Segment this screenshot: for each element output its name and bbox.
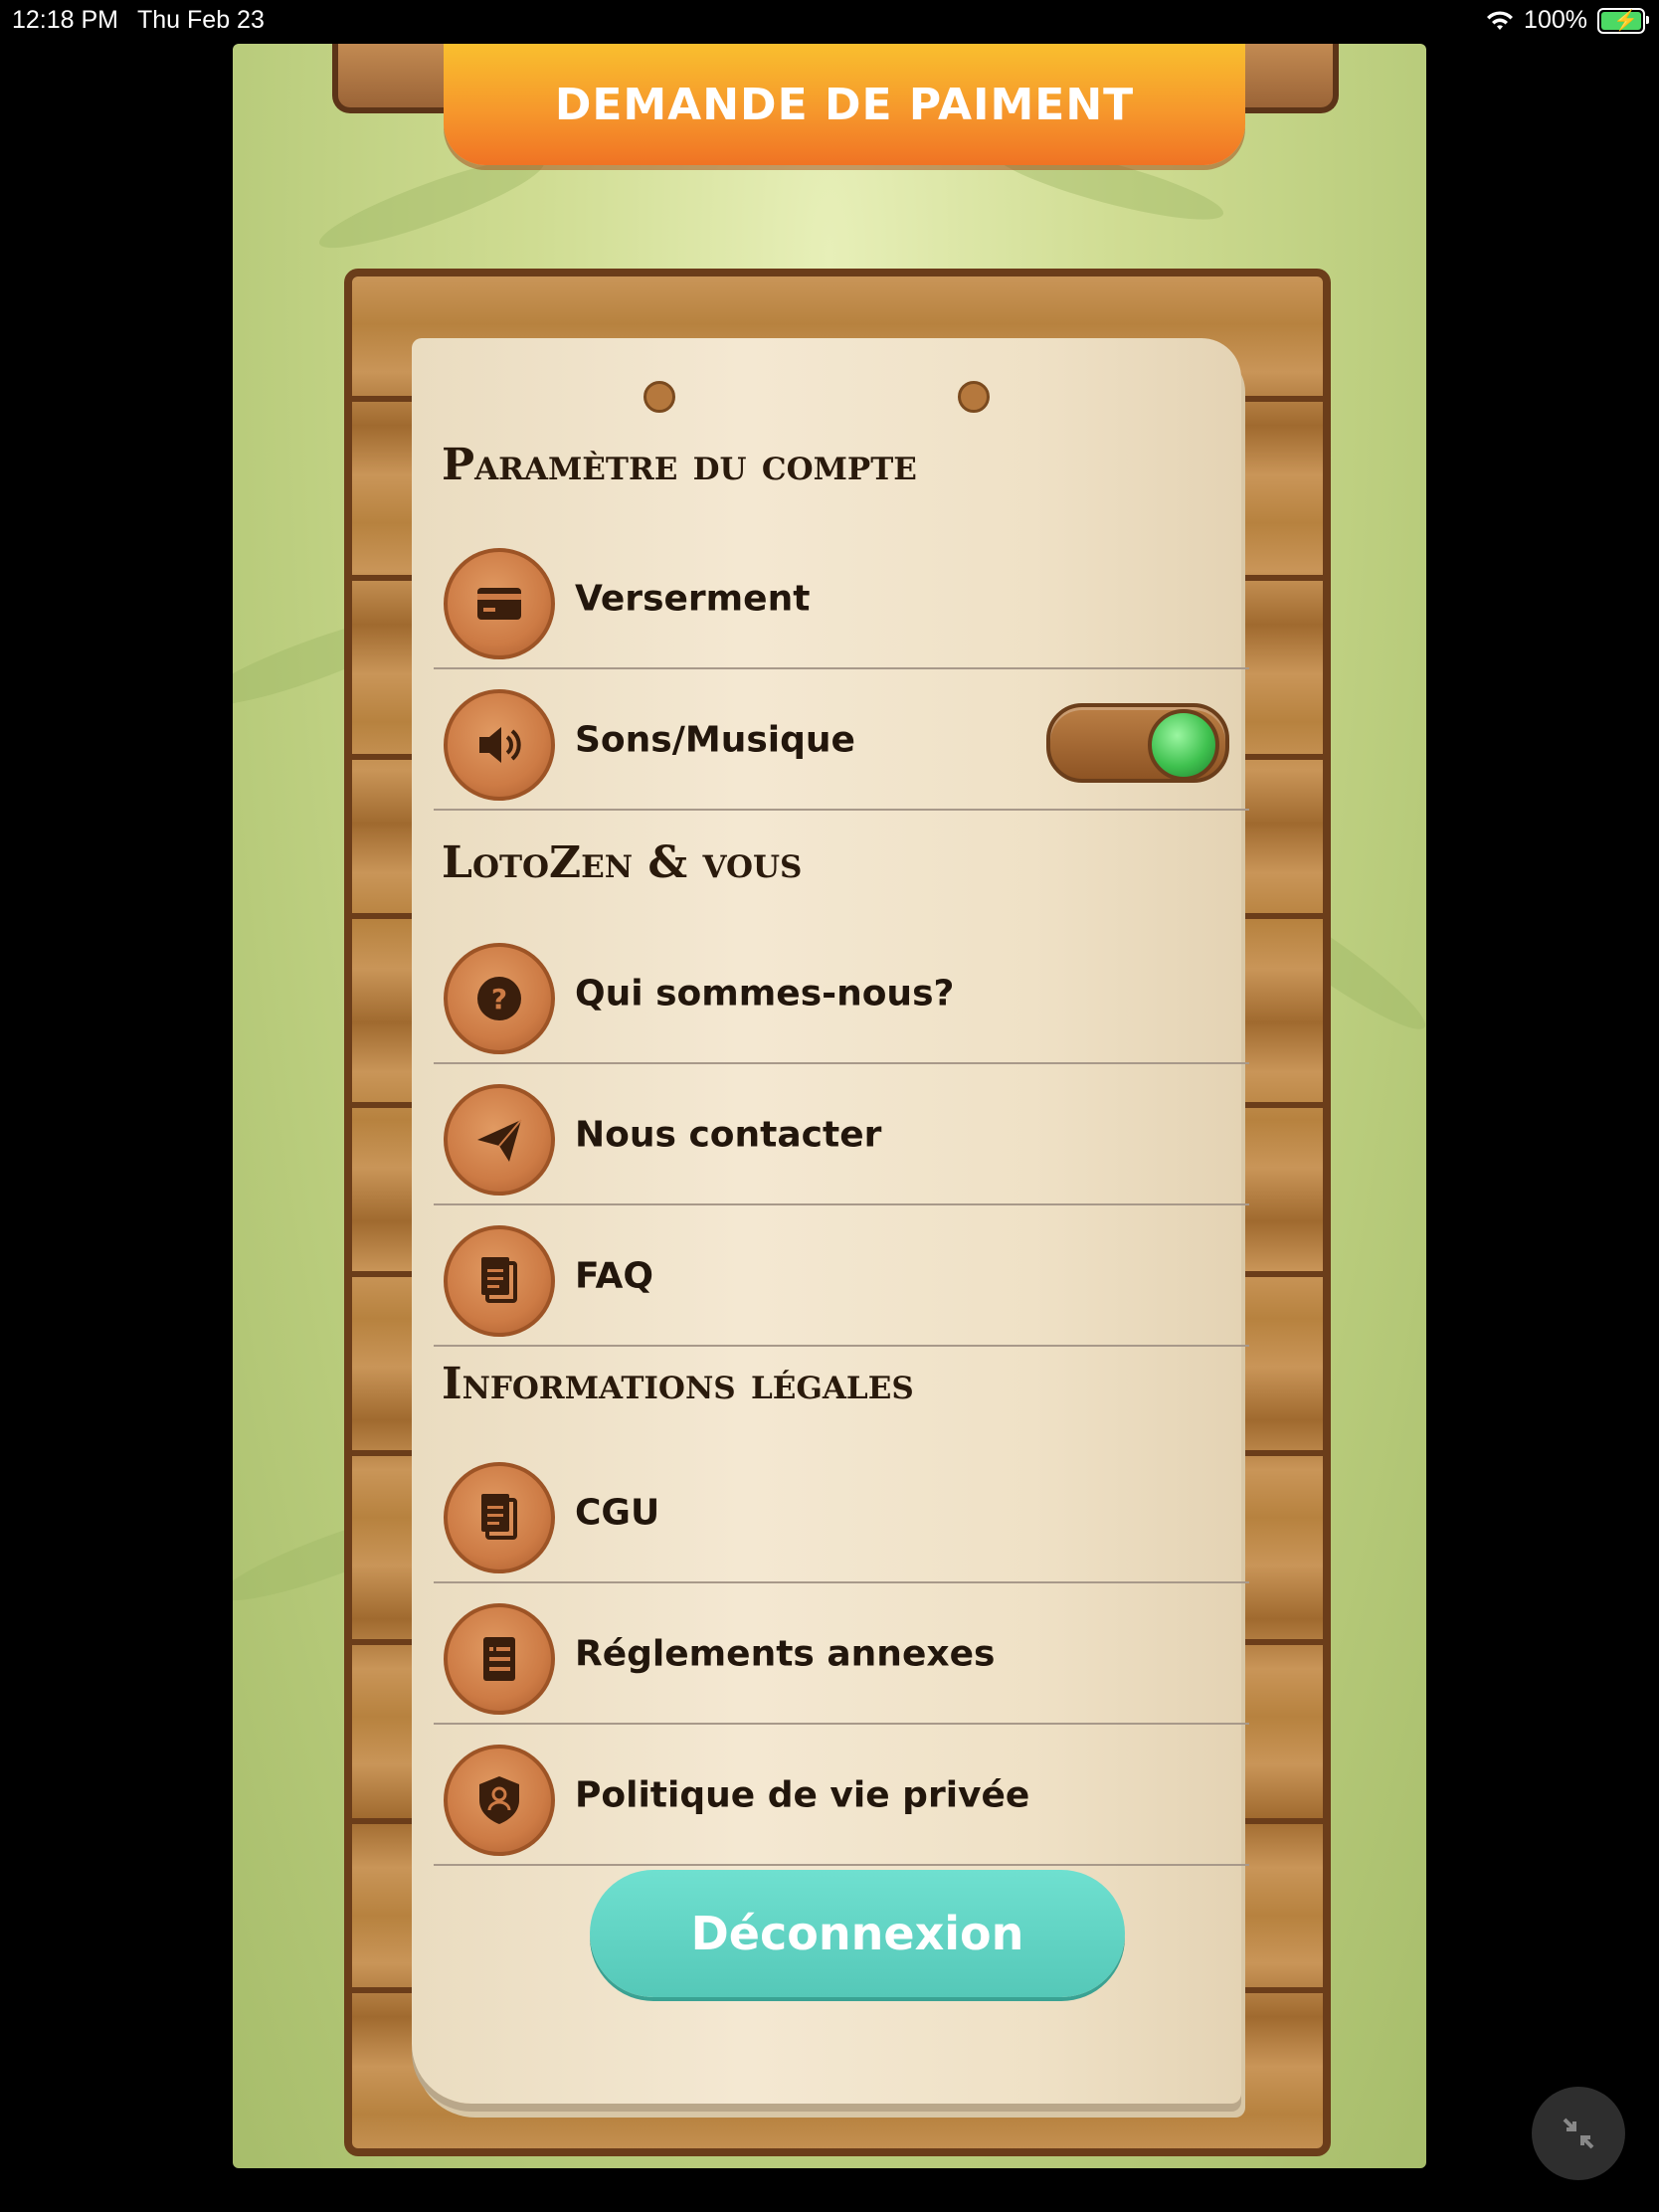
- menu-item-label: Verserment: [575, 578, 811, 620]
- documents-icon: [444, 1462, 555, 1573]
- paper-plane-icon: [444, 1084, 555, 1196]
- card-icon: [444, 548, 555, 659]
- section-title-account: Paramètre du compte: [442, 440, 917, 490]
- documents-icon: [444, 1225, 555, 1337]
- menu-item-rules[interactable]: Réglements annexes: [434, 1585, 1249, 1725]
- section-title-lotozen: LotoZen & vous: [442, 837, 803, 888]
- status-date: Thu Feb 23: [137, 6, 265, 34]
- wifi-icon: [1487, 10, 1514, 30]
- menu-item-label: Réglements annexes: [575, 1633, 996, 1675]
- menu-item-label: Qui sommes-nous?: [575, 973, 955, 1014]
- menu-item-label: Politique de vie privée: [575, 1774, 1030, 1816]
- status-right: 100% ⚡: [1486, 6, 1649, 35]
- menu-item-label: Sons/Musique: [575, 719, 855, 761]
- menu-item-faq[interactable]: FAQ: [434, 1207, 1249, 1347]
- pin-icon: [644, 381, 675, 413]
- collapse-button[interactable]: [1532, 2087, 1625, 2180]
- shield-user-icon: [444, 1745, 555, 1856]
- question-icon: ?: [444, 943, 555, 1054]
- toggle-knob: [1148, 709, 1219, 781]
- menu-item-versement[interactable]: Verserment: [434, 530, 1249, 669]
- menu-item-cgu[interactable]: CGU: [434, 1444, 1249, 1583]
- menu-item-label: FAQ: [575, 1255, 653, 1297]
- menu-item-sound-music[interactable]: Sons/Musique: [434, 671, 1249, 811]
- list-document-icon: [444, 1603, 555, 1715]
- speaker-icon: [444, 689, 555, 801]
- logout-button[interactable]: Déconnexion: [590, 1870, 1125, 1997]
- collapse-arrows-icon: [1563, 2118, 1594, 2149]
- menu-item-about[interactable]: ? Qui sommes-nous?: [434, 925, 1249, 1064]
- menu-item-privacy[interactable]: Politique de vie privée: [434, 1727, 1249, 1866]
- menu-item-contact[interactable]: Nous contacter: [434, 1066, 1249, 1205]
- menu-item-label: Nous contacter: [575, 1114, 882, 1156]
- battery-icon: ⚡: [1597, 7, 1649, 34]
- pin-icon: [958, 381, 990, 413]
- svg-text:?: ?: [491, 983, 507, 1015]
- status-time: 12:18 PM: [12, 6, 119, 34]
- section-title-legal: Informations légales: [442, 1359, 914, 1409]
- payment-request-button[interactable]: DEMANDE DE PAIMENT: [444, 44, 1245, 165]
- status-bar: 12:18 PM Thu Feb 23 100% ⚡: [0, 0, 1659, 40]
- menu-item-label: CGU: [575, 1492, 660, 1534]
- battery-percent: 100%: [1524, 6, 1587, 34]
- sound-toggle[interactable]: [1046, 703, 1229, 783]
